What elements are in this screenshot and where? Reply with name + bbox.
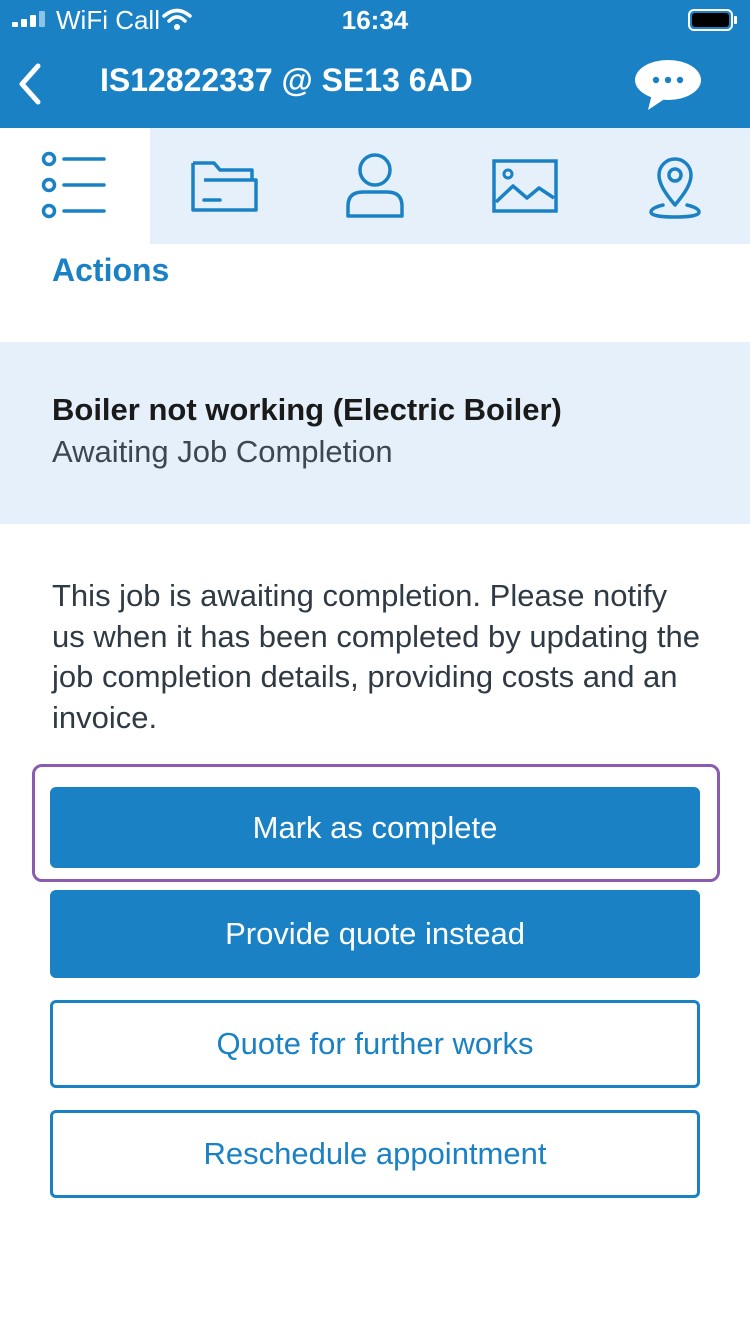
app-header: WiFi Call 16:34 IS12822337 @ SE13 6AD [0, 0, 750, 128]
tab-documents[interactable] [150, 128, 300, 244]
tab-photos[interactable] [450, 128, 600, 244]
list-icon [41, 151, 106, 219]
tab-bar [0, 128, 750, 244]
page-title: IS12822337 @ SE13 6AD [100, 62, 473, 98]
back-chevron-icon[interactable] [14, 62, 46, 106]
tab-actions[interactable] [0, 128, 150, 244]
quote-further-works-button[interactable]: Quote for further works [50, 1000, 700, 1088]
job-description: This job is awaiting completion. Please … [52, 578, 701, 735]
image-icon [492, 159, 558, 213]
status-bar: WiFi Call 16:34 [0, 0, 750, 40]
provide-quote-button[interactable]: Provide quote instead [50, 890, 700, 978]
tab-location[interactable] [600, 128, 750, 244]
status-time: 16:34 [341, 5, 409, 35]
person-icon [346, 153, 404, 218]
location-pin-icon [649, 157, 701, 219]
folder-icon [191, 161, 258, 212]
job-title: Boiler not working (Electric Boiler) [52, 392, 562, 427]
job-summary-card [0, 342, 750, 524]
section-title-actions: Actions [52, 252, 170, 288]
chat-bubble-icon[interactable] [632, 58, 704, 114]
job-status: Awaiting Job Completion [52, 434, 393, 469]
reschedule-appointment-button[interactable]: Reschedule appointment [50, 1110, 700, 1198]
battery-icon [688, 9, 737, 31]
mark-as-complete-button[interactable]: Mark as complete [50, 787, 700, 868]
tab-contact[interactable] [300, 128, 450, 244]
